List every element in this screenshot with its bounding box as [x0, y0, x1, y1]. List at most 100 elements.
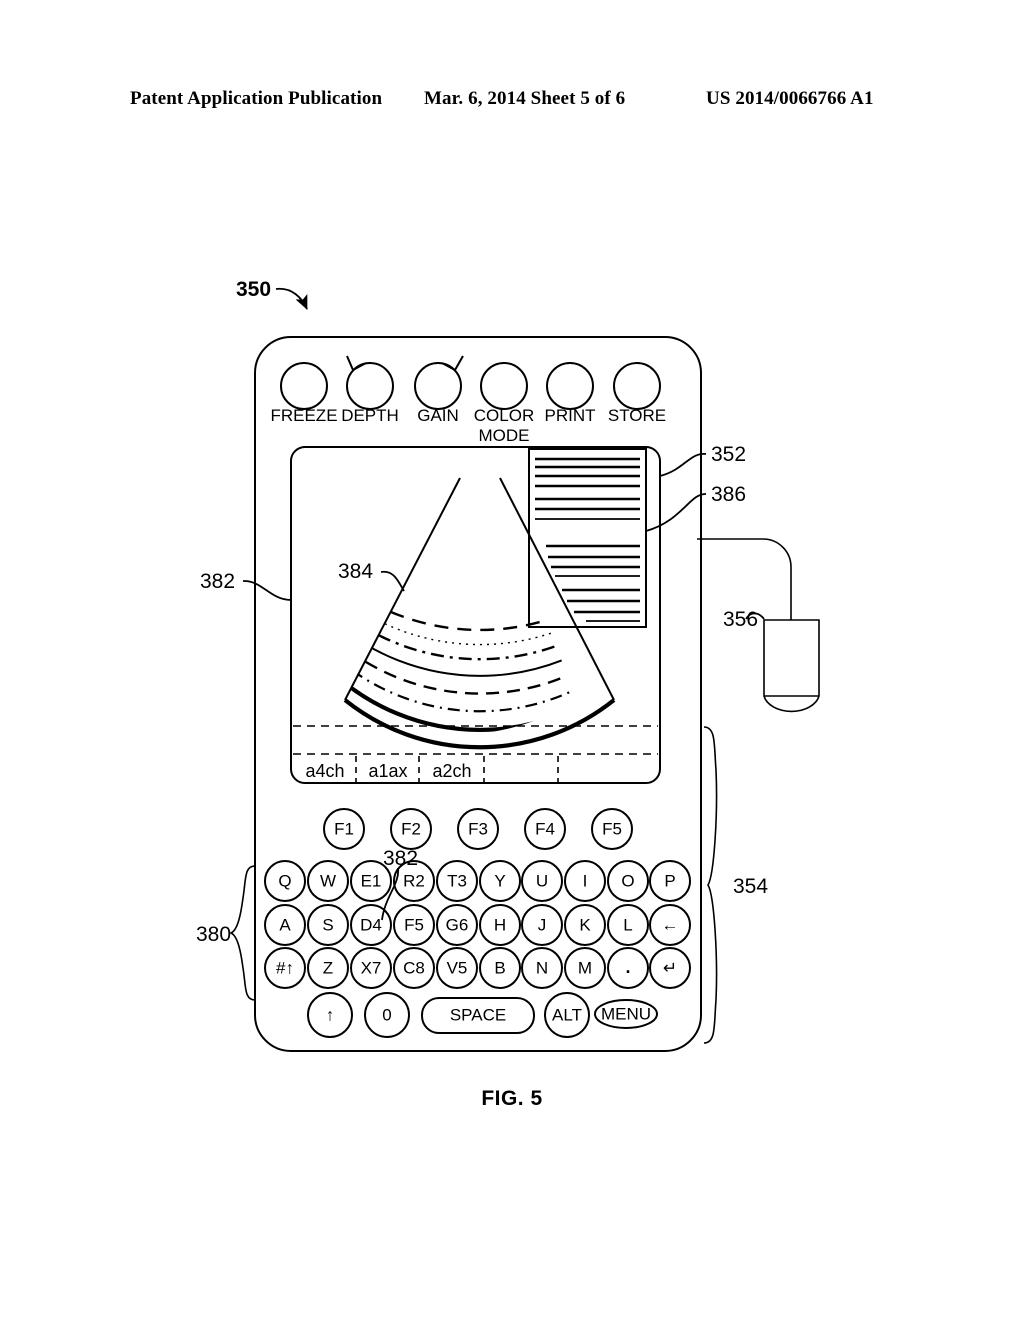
- knob-print-label: PRINT: [545, 406, 596, 425]
- key-backspace[interactable]: ←: [649, 904, 691, 946]
- backspace-arrow-icon: ←: [662, 915, 679, 934]
- key-u[interactable]: U: [521, 860, 563, 902]
- key-r2-label: R2: [403, 871, 425, 890]
- key-f5[interactable]: F5: [591, 808, 633, 850]
- key-s[interactable]: S: [307, 904, 349, 946]
- key-menu[interactable]: MENU: [594, 999, 658, 1029]
- key-a[interactable]: A: [264, 904, 306, 946]
- key-b[interactable]: B: [479, 947, 521, 989]
- callout-352: 352: [659, 443, 746, 477]
- key-menu-label: MENU: [601, 1004, 651, 1023]
- key-t3[interactable]: T3: [436, 860, 478, 902]
- sector-arc-1: [345, 575, 575, 632]
- tab-a2ch[interactable]: a2ch: [432, 761, 471, 781]
- key-f4[interactable]: F4: [524, 808, 566, 850]
- knob-depth-label: DEPTH: [341, 406, 399, 425]
- knob-color-mode-dial[interactable]: [480, 362, 528, 410]
- key-shift-up[interactable]: ↑: [307, 992, 353, 1038]
- key-v5[interactable]: V5: [436, 947, 478, 989]
- knob-freeze-dial[interactable]: [280, 362, 328, 410]
- key-a-label: A: [279, 915, 291, 934]
- key-q-label: Q: [278, 871, 291, 890]
- key-f5k[interactable]: F5: [393, 904, 435, 946]
- key-h[interactable]: H: [479, 904, 521, 946]
- key-n-label: N: [536, 958, 548, 977]
- key-period[interactable]: .: [607, 947, 649, 989]
- patent-figure-5: 350 FREEZE DEPTH GAIN COLOR MODE PRINT S…: [196, 278, 820, 1052]
- knob-color-mode-label2: MODE: [479, 426, 530, 445]
- ref-352-label: 352: [711, 443, 746, 466]
- key-shift-symbol[interactable]: #↑: [264, 947, 306, 989]
- key-b-label: B: [494, 958, 505, 977]
- sector-arc-2: [345, 589, 575, 646]
- key-z-label: Z: [323, 958, 333, 977]
- key-q[interactable]: Q: [264, 860, 306, 902]
- key-o-label: O: [621, 871, 634, 890]
- key-f5k-label: F5: [404, 915, 424, 934]
- key-x7-label: X7: [361, 958, 382, 977]
- knob-store-dial[interactable]: [613, 362, 661, 410]
- key-w-label: W: [320, 871, 336, 890]
- key-zero[interactable]: 0: [364, 992, 410, 1038]
- key-o[interactable]: O: [607, 860, 649, 902]
- key-c8-label: C8: [403, 958, 425, 977]
- knob-print[interactable]: PRINT: [545, 362, 596, 425]
- ref-382-label: 382: [200, 570, 235, 593]
- key-f2[interactable]: F2: [390, 808, 432, 850]
- display-screen[interactable]: [290, 446, 661, 784]
- key-i[interactable]: I: [564, 860, 606, 902]
- key-j[interactable]: J: [521, 904, 563, 946]
- tab-a4ch[interactable]: a4ch: [305, 761, 344, 781]
- knob-store[interactable]: STORE: [608, 362, 666, 425]
- key-space-label: SPACE: [450, 1005, 506, 1024]
- key-space[interactable]: SPACE: [421, 997, 535, 1034]
- text-readout-lines: [535, 457, 640, 622]
- enter-arrow-icon: ↵: [663, 958, 677, 977]
- key-k-label: K: [579, 915, 591, 934]
- key-alt-label: ALT: [552, 1005, 582, 1024]
- key-alt[interactable]: ALT: [544, 992, 590, 1038]
- probe-body[interactable]: [763, 619, 820, 713]
- knob-print-dial[interactable]: [546, 362, 594, 410]
- key-z[interactable]: Z: [307, 947, 349, 989]
- key-f3[interactable]: F3: [457, 808, 499, 850]
- key-v5-label: V5: [447, 958, 468, 977]
- key-f3-label: F3: [468, 819, 488, 838]
- key-k[interactable]: K: [564, 904, 606, 946]
- key-i-label: I: [583, 871, 588, 890]
- knob-color-mode[interactable]: COLOR MODE: [474, 362, 534, 445]
- key-l-label: L: [623, 915, 632, 934]
- key-c8[interactable]: C8: [393, 947, 435, 989]
- key-p[interactable]: P: [649, 860, 691, 902]
- key-t3-label: T3: [447, 871, 467, 890]
- key-w[interactable]: W: [307, 860, 349, 902]
- key-g6[interactable]: G6: [436, 904, 478, 946]
- ref-386-leader: [645, 493, 707, 532]
- key-y[interactable]: Y: [479, 860, 521, 902]
- ref-384-leader: [380, 570, 405, 592]
- knob-row: FREEZE DEPTH GAIN COLOR MODE PRINT STORE: [270, 355, 666, 445]
- callout-384: 384: [338, 560, 405, 592]
- key-d4-label: D4: [360, 915, 382, 934]
- callout-354: 354: [703, 726, 768, 1044]
- ultrasound-sector-image: [343, 477, 616, 750]
- knob-freeze[interactable]: FREEZE: [270, 362, 338, 425]
- key-e1[interactable]: E1: [350, 860, 392, 902]
- keyboard-row-2: A S D4 F5 G6 H J K L ←: [264, 904, 691, 946]
- key-m[interactable]: M: [564, 947, 606, 989]
- key-n[interactable]: N: [521, 947, 563, 989]
- key-x7[interactable]: X7: [350, 947, 392, 989]
- keyboard-row-3: #↑ Z X7 C8 V5 B N M . ↵: [264, 947, 691, 989]
- key-y-label: Y: [494, 871, 505, 890]
- key-l[interactable]: L: [607, 904, 649, 946]
- knob-gain-pointer-icon: [441, 355, 464, 371]
- key-enter[interactable]: ↵: [649, 947, 691, 989]
- knob-depth[interactable]: DEPTH: [341, 355, 399, 425]
- knob-color-mode-label: COLOR: [474, 406, 534, 425]
- key-d4[interactable]: D4: [350, 904, 392, 946]
- knob-store-label: STORE: [608, 406, 666, 425]
- knob-gain-label: GAIN: [417, 406, 459, 425]
- tab-a1ax[interactable]: a1ax: [368, 761, 407, 781]
- key-f1[interactable]: F1: [323, 808, 365, 850]
- knob-gain[interactable]: GAIN: [414, 355, 464, 425]
